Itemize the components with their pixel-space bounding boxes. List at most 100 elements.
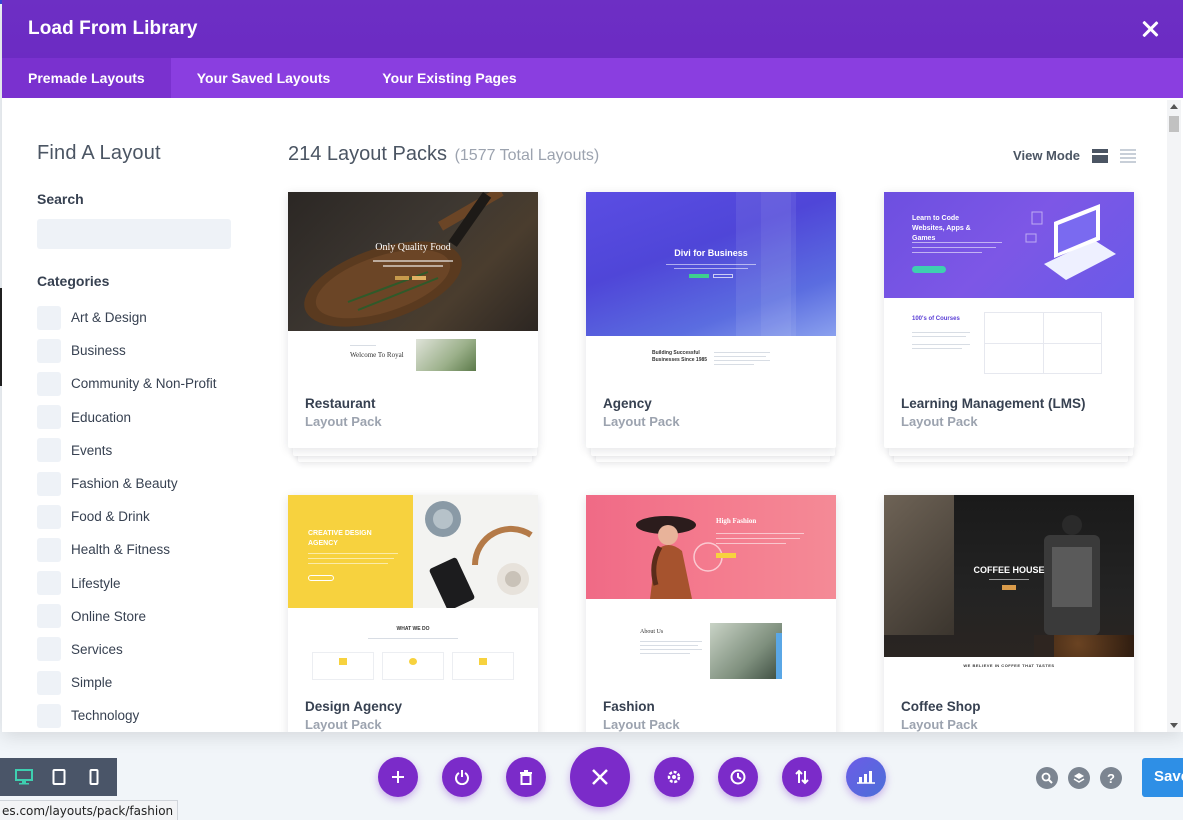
thumb-subtitle: 100's of Courses xyxy=(912,316,960,322)
thumb-line xyxy=(714,352,770,353)
card-thumbnail: COFFEE HOUSE WE BELIEVE IN COFFEE THAT T… xyxy=(884,495,1134,681)
card-thumbnail: High Fashion About Us xyxy=(586,495,836,681)
thumb-line xyxy=(714,356,766,357)
category-checkbox[interactable] xyxy=(37,604,61,629)
category-item[interactable]: Art & Design xyxy=(37,301,272,334)
category-item[interactable]: Technology xyxy=(37,699,272,732)
category-item[interactable]: Online Store xyxy=(37,600,272,633)
tab-premade-layouts[interactable]: Premade Layouts xyxy=(2,58,171,98)
layout-card-restaurant[interactable]: Only Quality Food Welcome To Royal Resta… xyxy=(288,192,538,448)
search-input[interactable] xyxy=(37,219,231,249)
category-checkbox[interactable] xyxy=(37,537,61,562)
desktop-view-icon[interactable] xyxy=(14,767,34,787)
card-meta: Design Agency Layout Pack xyxy=(288,681,538,732)
settings-button[interactable] xyxy=(654,757,694,797)
library-modal: Load From Library Premade Layouts Your S… xyxy=(2,0,1183,732)
category-item[interactable]: Health & Fitness xyxy=(37,533,272,566)
thumb-hero: High Fashion xyxy=(586,495,836,599)
scroll-up-arrow-icon[interactable] xyxy=(1170,104,1178,109)
category-label: Fashion & Beauty xyxy=(71,476,178,492)
category-checkbox[interactable] xyxy=(37,305,61,330)
layout-card-design-agency[interactable]: CREATIVE DESIGN AGENCY WHAT WE DO Design… xyxy=(288,495,538,732)
add-module-button[interactable] xyxy=(378,757,418,797)
category-item[interactable]: Simple xyxy=(37,666,272,699)
laptop-illustration xyxy=(1025,204,1116,280)
category-checkbox[interactable] xyxy=(37,670,61,695)
thumb-service xyxy=(312,652,374,680)
category-checkbox[interactable] xyxy=(37,405,61,430)
category-item[interactable]: Fashion & Beauty xyxy=(37,467,272,500)
category-checkbox[interactable] xyxy=(37,571,61,596)
category-checkbox[interactable] xyxy=(37,371,61,396)
close-builder-button[interactable] xyxy=(570,747,630,807)
view-mode: View Mode xyxy=(1013,148,1136,163)
layout-card-lms[interactable]: Learn to Code Websites, Apps & Games 100… xyxy=(884,192,1134,448)
scroll-down-arrow-icon[interactable] xyxy=(1170,723,1178,728)
category-item[interactable]: Food & Drink xyxy=(37,500,272,533)
history-button[interactable] xyxy=(718,757,758,797)
modal-title: Load From Library xyxy=(28,18,198,39)
category-item[interactable]: Community & Non-Profit xyxy=(37,367,272,400)
category-checkbox[interactable] xyxy=(37,703,61,728)
portability-button[interactable] xyxy=(782,757,822,797)
layers-icon xyxy=(1073,773,1085,783)
thumb-line xyxy=(666,264,756,265)
thumb-line xyxy=(640,653,690,654)
grid-view-icon[interactable] xyxy=(1092,148,1108,163)
close-icon[interactable] xyxy=(1141,20,1159,38)
thumb-line xyxy=(716,533,804,534)
category-checkbox[interactable] xyxy=(37,438,61,463)
delete-button[interactable] xyxy=(506,757,546,797)
category-checkbox[interactable] xyxy=(37,637,61,662)
help-label: ? xyxy=(1107,770,1115,786)
packs-heading: 214 Layout Packs (1577 Total Layouts) xyxy=(288,143,599,166)
trash-icon xyxy=(520,770,532,785)
layout-card-coffee-shop[interactable]: COFFEE HOUSE WE BELIEVE IN COFFEE THAT T… xyxy=(884,495,1134,732)
category-checkbox[interactable] xyxy=(37,338,61,363)
thumb-button xyxy=(713,274,733,278)
headphones-illustration xyxy=(425,501,533,608)
thumb-line xyxy=(912,348,962,349)
save-button[interactable]: Save xyxy=(1142,758,1183,797)
tab-saved-layouts[interactable]: Your Saved Layouts xyxy=(171,58,357,98)
card-name: Design Agency xyxy=(305,699,403,714)
thumb-title: CREATIVE DESIGN AGENCY xyxy=(308,530,372,547)
thumb-hero: Learn to Code Websites, Apps & Games xyxy=(884,192,1134,298)
model-illustration xyxy=(636,516,723,599)
card-type: Layout Pack xyxy=(901,717,978,732)
category-checkbox[interactable] xyxy=(37,471,61,496)
category-item[interactable]: Lifestyle xyxy=(37,567,272,600)
divi-ai-button[interactable] xyxy=(846,757,886,797)
packs-count: 214 Layout Packs xyxy=(288,143,447,165)
modal-header: Load From Library xyxy=(2,0,1183,58)
power-button[interactable] xyxy=(442,757,482,797)
layout-card-agency[interactable]: Divi for Business Building Successful Bu… xyxy=(586,192,836,448)
category-item[interactable]: Services xyxy=(37,633,272,666)
modal-scrollbar[interactable] xyxy=(1167,100,1181,732)
tablet-view-icon[interactable] xyxy=(49,767,69,787)
total-layouts: (1577 Total Layouts) xyxy=(454,147,600,164)
help-button[interactable]: ? xyxy=(1100,767,1122,789)
layers-button[interactable] xyxy=(1068,767,1090,789)
tab-bar: Premade Layouts Your Saved Layouts Your … xyxy=(2,58,1183,98)
find-button[interactable] xyxy=(1036,767,1058,789)
tab-existing-pages[interactable]: Your Existing Pages xyxy=(356,58,542,98)
layout-card-fashion[interactable]: High Fashion About Us Fashion Layout Pac… xyxy=(586,495,836,732)
thumb-line xyxy=(912,336,966,337)
thumb-service-icon xyxy=(479,658,487,665)
thumb-line xyxy=(912,344,970,345)
list-view-icon[interactable] xyxy=(1120,148,1136,163)
category-item[interactable]: Business xyxy=(37,334,272,367)
thumb-button xyxy=(1002,585,1016,590)
thumb-section: 100's of Courses xyxy=(884,298,1134,378)
thumb-service-icon xyxy=(409,658,417,665)
category-item[interactable]: Education xyxy=(37,401,272,434)
category-item[interactable]: Events xyxy=(37,434,272,467)
chart-icon xyxy=(857,771,875,784)
card-name: Agency xyxy=(603,396,652,411)
phone-view-icon[interactable] xyxy=(84,767,104,787)
thumb-subtitle: About Us xyxy=(640,629,664,635)
scroll-thumb[interactable] xyxy=(1169,116,1179,132)
category-checkbox[interactable] xyxy=(37,504,61,529)
search-label: Search xyxy=(37,191,84,207)
